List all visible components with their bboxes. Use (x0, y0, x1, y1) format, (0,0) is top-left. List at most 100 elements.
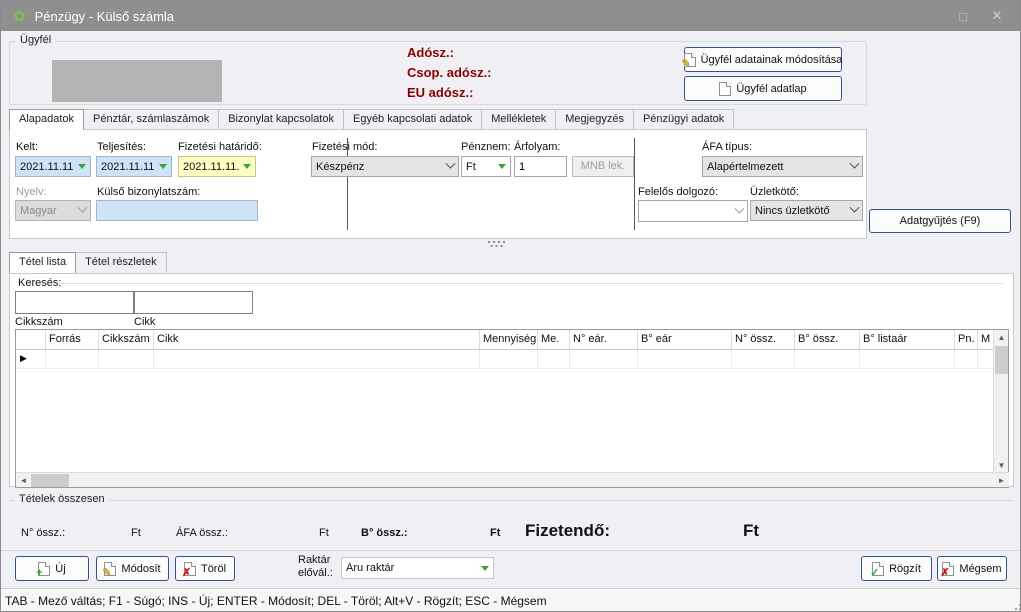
afa-tipus-label: ÁFA típus: (702, 141, 752, 153)
net-total-label: N° össz.: (21, 527, 65, 539)
tab-tetel-reszletek[interactable]: Tétel részletek (75, 252, 167, 272)
customer-datasheet-label: Ügyfél adatlap (736, 83, 806, 95)
fizetesi-mod-label: Fizetési mód: (312, 141, 377, 153)
modify-item-button[interactable]: ✎ Módosít (96, 556, 169, 581)
arfolyam-input[interactable] (514, 156, 567, 177)
felelos-dolgozo-label: Felelős dolgozó: (638, 186, 718, 198)
items-table: Forrás Cikkszám Cikk Mennyiség Me. N° eá… (15, 329, 1009, 488)
column-header-b-ear[interactable]: B° eár (638, 330, 732, 349)
nyelv-select: Magyar (15, 200, 91, 221)
kulso-bizonylatszam-label: Külső bizonylatszám: (97, 186, 200, 198)
delete-icon: ✗ (184, 562, 196, 576)
scroll-right-icon[interactable]: ► (994, 473, 1009, 488)
gross-total-unit: Ft (490, 527, 500, 539)
scroll-up-icon[interactable]: ▲ (994, 330, 1009, 345)
column-header-m[interactable]: M (978, 330, 993, 349)
column-header-n-ossz[interactable]: N° össz. (732, 330, 795, 349)
new-item-button[interactable]: + Új (15, 556, 89, 581)
net-total-unit: Ft (131, 527, 141, 539)
fizetesi-hatarido-date-picker[interactable]: 2021.11.11. (178, 156, 256, 177)
column-header-cikk[interactable]: Cikk (154, 330, 480, 349)
vertical-scroll-thumb[interactable] (995, 346, 1008, 374)
kelt-label: Kelt: (16, 141, 38, 153)
penznem-select[interactable]: Ft (461, 156, 511, 177)
totals-groupbox: Tételek összesen N° össz.: Ft ÁFA össz.:… (9, 500, 1014, 546)
customer-datasheet-button[interactable]: Ügyfél adatlap (684, 76, 842, 101)
column-header-me[interactable]: Me. (538, 330, 570, 349)
row-selector-header (16, 330, 46, 349)
customer-group-label: Ügyfél (16, 34, 55, 46)
column-header-b-ossz[interactable]: B° össz. (795, 330, 860, 349)
close-button[interactable]: ✕ (980, 1, 1014, 31)
uzletkoto-select[interactable]: Nincs üzletkötő (750, 200, 863, 221)
divider (634, 138, 635, 230)
vertical-scrollbar[interactable]: ▲ ▼ (993, 330, 1008, 473)
felelos-dolgozo-input[interactable] (638, 200, 748, 222)
tab-megjegyzes[interactable]: Megjegyzés (555, 109, 634, 129)
status-bar-text: TAB - Mező váltás; F1 - Súgó; INS - Új; … (5, 594, 547, 608)
delete-item-label: Töröl (201, 563, 226, 575)
column-header-forras[interactable]: Forrás (46, 330, 99, 349)
tab-alapadatok[interactable]: Alapadatok (9, 109, 84, 130)
search-cikkszam-label: Cikkszám (15, 316, 63, 328)
tab-penzugyi-adatok[interactable]: Pénzügyi adatok (633, 109, 734, 129)
fizetesi-mod-select[interactable]: Készpénz (311, 156, 459, 177)
resize-grip[interactable] (1015, 608, 1017, 610)
horizontal-scrollbar[interactable]: ◄ ► (16, 472, 1009, 487)
modify-customer-button[interactable]: ✎ Ügyfél adatainak módosítása (684, 47, 842, 72)
arfolyam-label: Árfolyam: (514, 141, 560, 153)
column-header-mennyiseg[interactable]: Mennyiség (480, 330, 538, 349)
cancel-label: Mégsem (959, 563, 1001, 575)
dropdown-arrow-icon (159, 164, 167, 169)
tab-penztar-szamlaszamok[interactable]: Pénztár, számlaszámok (83, 109, 219, 129)
fizetesi-hatarido-label: Fizetési határidő: (178, 141, 262, 153)
kulso-bizonylatszam-input[interactable] (96, 200, 258, 221)
scroll-down-icon[interactable]: ▼ (994, 458, 1009, 473)
teljesites-label: Teljesítés: (97, 141, 146, 153)
afa-tipus-select[interactable]: Alapértelmezett (702, 156, 863, 177)
vat-total-unit: Ft (319, 527, 329, 539)
chevron-down-icon (735, 203, 745, 213)
chevron-down-icon (78, 203, 88, 213)
window-title: Pénzügy - Külső számla (35, 9, 174, 24)
warehouse-preselect-label: Raktár elővál.: (298, 554, 333, 580)
teljesites-date-picker[interactable]: 2021.11.11. (96, 156, 172, 177)
scroll-left-icon[interactable]: ◄ (16, 473, 31, 488)
save-button[interactable]: ✓ Rögzít (861, 556, 932, 581)
search-cikk-label: Cikk (134, 316, 155, 328)
uzletkoto-label: Üzletkötő: (750, 186, 799, 198)
tab-tetel-lista[interactable]: Tétel lista (9, 252, 76, 273)
tab-egyeb-kapcsolati-adatok[interactable]: Egyéb kapcsolati adatok (343, 109, 482, 129)
search-group-border (58, 283, 1003, 284)
action-bar: + Új ✎ Módosít ✗ Töröl Raktár elővál.: Á… (1, 550, 1020, 588)
search-cikk-input[interactable] (134, 291, 253, 314)
new-item-label: Új (55, 563, 65, 575)
adatgyujtes-button[interactable]: Adatgyűjtés (F9) (869, 209, 1011, 233)
tab-bizonylat-kapcsolatok[interactable]: Bizonylat kapcsolatok (218, 109, 344, 129)
table-row[interactable]: ▶ (16, 350, 1008, 369)
delete-item-button[interactable]: ✗ Töröl (175, 556, 235, 581)
column-header-n-ear[interactable]: N° eár. (570, 330, 638, 349)
tax-number-labels: Adósz.: Csop. adósz.: EU adósz.: (407, 45, 492, 100)
adatgyujtes-label: Adatgyűjtés (F9) (900, 215, 981, 227)
app-icon: ✿ (13, 9, 26, 24)
main-tabbar: Alapadatok Pénztár, számlaszámok Bizonyl… (9, 109, 733, 130)
edit-icon: ✎ (104, 562, 116, 576)
horizontal-scroll-thumb[interactable] (31, 474, 69, 487)
chevron-down-icon (850, 203, 860, 213)
penznem-label: Pénznem: (461, 141, 511, 153)
tab-mellekletek[interactable]: Mellékletek (481, 109, 556, 129)
column-header-cikkszam[interactable]: Cikkszám (99, 330, 154, 349)
kelt-date-picker[interactable]: 2021.11.11. (15, 156, 91, 177)
column-header-b-listaar[interactable]: B° listaár (860, 330, 955, 349)
cancel-button[interactable]: ✗ Mégsem (937, 556, 1007, 581)
status-bar: TAB - Mező váltás; F1 - Súgó; INS - Új; … (1, 588, 1020, 612)
dropdown-arrow-icon (498, 164, 506, 169)
maximize-button[interactable]: □ (946, 1, 980, 31)
search-group-label: Keresés: (18, 277, 61, 289)
splitter-grip[interactable] (488, 241, 490, 243)
search-cikkszam-input[interactable] (15, 291, 134, 314)
column-header-pn[interactable]: Pn. (955, 330, 978, 349)
titlebar: ✿ Pénzügy - Külső számla □ ✕ (1, 1, 1020, 31)
warehouse-select[interactable]: Áru raktár (341, 557, 494, 579)
